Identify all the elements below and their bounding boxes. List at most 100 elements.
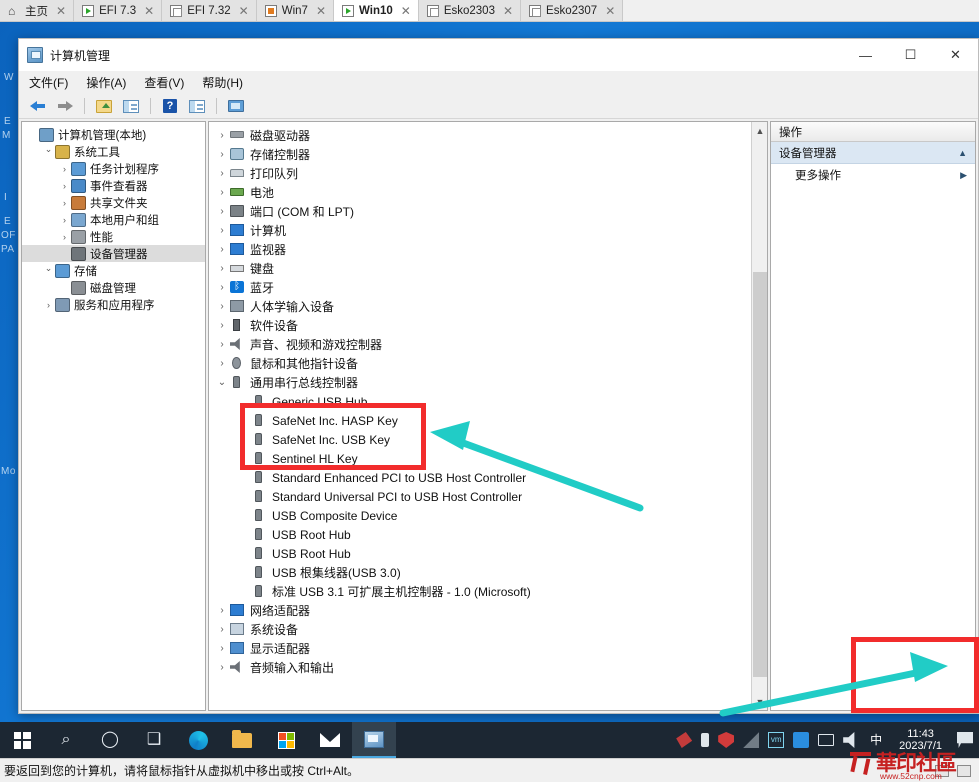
device-item-6[interactable]: › 监视器 [209, 240, 751, 259]
properties-button[interactable] [186, 96, 208, 116]
tray-display-icon[interactable] [818, 734, 835, 746]
device-item-13[interactable]: ⌄ 通用串行总线控制器 [209, 373, 751, 392]
scrollbar-thumb[interactable] [753, 272, 767, 677]
tree-item-0[interactable]: 计算机管理(本地) [22, 126, 205, 143]
chevron-right-icon[interactable]: › [215, 282, 229, 293]
window-title-bar[interactable]: 计算机管理 — ☐ ✕ [19, 39, 978, 71]
chevron-right-icon[interactable] [58, 198, 71, 208]
device-item-8[interactable]: › ᛒ 蓝牙 [209, 278, 751, 297]
close-icon[interactable]: ✕ [316, 4, 326, 18]
chevron-up-icon[interactable]: ▲ [958, 148, 967, 158]
chevron-right-icon[interactable] [58, 164, 71, 174]
actions-device-manager[interactable]: 设备管理器 ▲ [771, 142, 975, 164]
device-item-3[interactable]: › 电池 [209, 183, 751, 202]
chevron-right-icon[interactable]: › [215, 320, 229, 331]
chevron-right-icon[interactable]: › [215, 244, 229, 255]
help-button[interactable]: ? [159, 96, 181, 116]
close-button[interactable]: ✕ [933, 39, 978, 71]
device-item-14[interactable]: Generic USB Hub [209, 392, 751, 411]
device-item-11[interactable]: › 声音、视频和游戏控制器 [209, 335, 751, 354]
device-item-17[interactable]: Sentinel HL Key [209, 449, 751, 468]
forward-button[interactable] [54, 96, 76, 116]
show-tree-button[interactable] [120, 96, 142, 116]
menu-file[interactable]: 文件(F) [29, 74, 68, 91]
device-list-scrollbar[interactable]: ▲ ▼ [751, 122, 767, 710]
actions-more-actions[interactable]: 更多操作 ▶ [771, 164, 975, 186]
scroll-up-icon[interactable]: ▲ [752, 122, 767, 139]
taskbar-clock[interactable]: 11:43 2023/7/1 [893, 728, 948, 752]
chevron-right-icon[interactable] [58, 232, 71, 242]
chevron-right-icon[interactable]: › [215, 662, 229, 673]
back-button[interactable] [27, 96, 49, 116]
close-icon[interactable]: ✕ [605, 4, 615, 18]
chevron-right-icon[interactable] [58, 181, 71, 191]
chevron-right-icon[interactable]: › [215, 263, 229, 274]
device-item-9[interactable]: › 人体学输入设备 [209, 297, 751, 316]
start-button[interactable] [0, 722, 44, 758]
device-item-23[interactable]: USB 根集线器(USB 3.0) [209, 563, 751, 582]
device-item-5[interactable]: › 计算机 [209, 221, 751, 240]
status-device-icon[interactable] [957, 764, 971, 777]
chevron-right-icon[interactable]: › [215, 187, 229, 198]
device-item-21[interactable]: USB Root Hub [209, 525, 751, 544]
chevron-right-icon[interactable]: › [215, 624, 229, 635]
tray-vmware-icon[interactable] [676, 732, 693, 748]
device-item-2[interactable]: › 打印队列 [209, 164, 751, 183]
tab-efi-73[interactable]: EFI 7.3 ✕ [74, 0, 163, 21]
device-item-18[interactable]: Standard Enhanced PCI to USB Host Contro… [209, 468, 751, 487]
tab-esko2307[interactable]: Esko2307 ✕ [521, 0, 624, 21]
tab-home[interactable]: ⌂ 主页 ✕ [0, 0, 75, 21]
tab-efi-732[interactable]: EFI 7.32 ✕ [162, 0, 257, 21]
edge-button[interactable] [176, 722, 220, 758]
tray-usb-icon[interactable] [701, 733, 710, 747]
chevron-down-icon[interactable] [42, 146, 55, 157]
close-icon[interactable]: ✕ [56, 4, 66, 18]
tree-item-9[interactable]: 磁盘管理 [22, 279, 205, 296]
status-device-icon[interactable] [935, 764, 949, 777]
device-item-20[interactable]: USB Composite Device [209, 506, 751, 525]
tree-item-1[interactable]: 系统工具 [22, 143, 205, 160]
file-explorer-button[interactable] [220, 722, 264, 758]
chevron-right-icon[interactable] [42, 300, 55, 310]
device-item-10[interactable]: › 软件设备 [209, 316, 751, 335]
tree-item-2[interactable]: 任务计划程序 [22, 160, 205, 177]
device-item-24[interactable]: 标准 USB 3.1 可扩展主机控制器 - 1.0 (Microsoft) [209, 582, 751, 601]
search-button[interactable]: ⌕ [44, 722, 88, 758]
device-item-7[interactable]: › 键盘 [209, 259, 751, 278]
microsoft-store-button[interactable] [264, 722, 308, 758]
scroll-down-icon[interactable]: ▼ [752, 693, 767, 710]
tab-win7[interactable]: Win7 ✕ [256, 0, 334, 21]
device-item-27[interactable]: › 显示适配器 [209, 639, 751, 658]
device-item-28[interactable]: › 音频输入和输出 [209, 658, 751, 677]
chevron-right-icon[interactable]: › [215, 339, 229, 350]
chevron-right-icon[interactable]: › [215, 358, 229, 369]
device-item-15[interactable]: SafeNet Inc. HASP Key [209, 411, 751, 430]
chevron-right-icon[interactable]: › [215, 605, 229, 616]
tree-item-8[interactable]: 存储 [22, 262, 205, 279]
computer-management-button[interactable] [352, 722, 396, 758]
tree-item-4[interactable]: 共享文件夹 [22, 194, 205, 211]
tree-item-10[interactable]: 服务和应用程序 [22, 296, 205, 313]
task-view-button[interactable]: ❑ [132, 722, 176, 758]
computer-button[interactable] [225, 96, 247, 116]
tab-esko2303[interactable]: Esko2303 ✕ [418, 0, 522, 21]
tree-item-6[interactable]: 性能 [22, 228, 205, 245]
chevron-right-icon[interactable]: › [215, 130, 229, 141]
device-item-16[interactable]: SafeNet Inc. USB Key [209, 430, 751, 449]
device-item-4[interactable]: › 端口 (COM 和 LPT) [209, 202, 751, 221]
cortana-button[interactable]: ◯ [88, 722, 132, 758]
menu-action[interactable]: 操作(A) [86, 74, 126, 91]
close-icon[interactable]: ✕ [401, 4, 411, 18]
chevron-down-icon[interactable] [42, 265, 55, 276]
device-item-22[interactable]: USB Root Hub [209, 544, 751, 563]
close-icon[interactable]: ✕ [239, 4, 249, 18]
tree-item-3[interactable]: 事件查看器 [22, 177, 205, 194]
chevron-right-icon[interactable]: › [215, 149, 229, 160]
device-item-25[interactable]: › 网络适配器 [209, 601, 751, 620]
device-item-19[interactable]: Standard Universal PCI to USB Host Contr… [209, 487, 751, 506]
chevron-right-icon[interactable] [58, 215, 71, 225]
action-center-button[interactable] [957, 732, 973, 748]
chevron-right-icon[interactable]: › [215, 643, 229, 654]
tree-item-7[interactable]: 设备管理器 [22, 245, 205, 262]
menu-view[interactable]: 查看(V) [144, 74, 184, 91]
